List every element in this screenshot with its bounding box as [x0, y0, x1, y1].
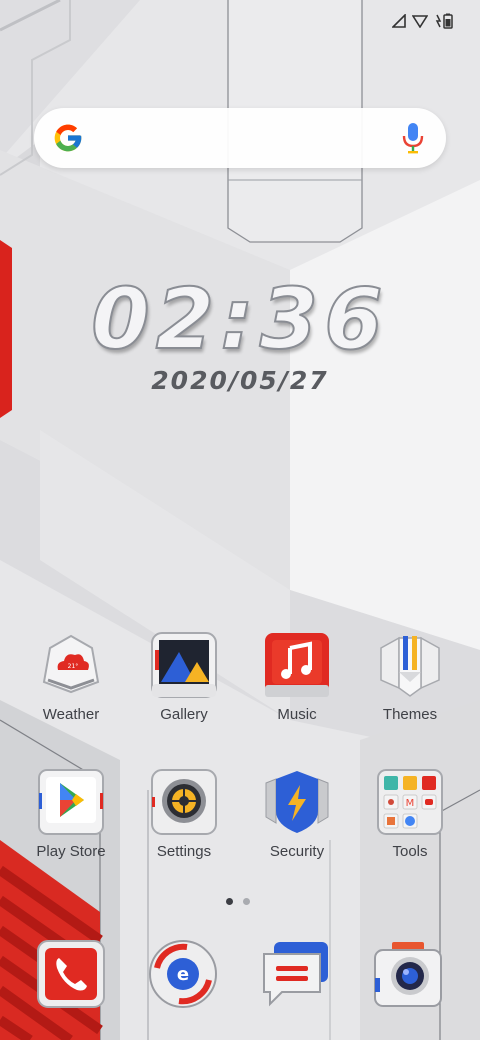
tools-folder-icon: M [377, 769, 443, 835]
microphone-icon[interactable] [402, 122, 424, 154]
dock-camera[interactable] [372, 938, 444, 1010]
svg-text:e: e [177, 964, 189, 985]
page-dot [243, 898, 250, 905]
app-label: Play Store [36, 843, 106, 860]
messages-icon [263, 942, 328, 1007]
security-icon [265, 771, 329, 833]
app-security[interactable]: Security [242, 767, 352, 860]
svg-text:M: M [406, 798, 415, 809]
google-search-bar[interactable] [34, 108, 446, 168]
app-gallery[interactable]: Gallery [129, 630, 239, 723]
page-dot-active [226, 898, 233, 905]
app-label: Music [277, 706, 317, 723]
themes-icon [380, 636, 440, 697]
gallery-icon [151, 632, 217, 698]
app-music[interactable]: Music [242, 630, 352, 723]
signal-icon [392, 14, 406, 28]
dock-phone[interactable] [35, 938, 107, 1010]
app-label: Weather [42, 706, 100, 723]
play-store-icon [38, 769, 104, 835]
google-g-icon [54, 124, 82, 152]
app-label: Themes [382, 706, 438, 723]
app-themes[interactable]: Themes [355, 630, 465, 723]
battery-charging-icon [435, 13, 453, 29]
app-label: Security [269, 843, 325, 860]
music-icon [265, 633, 329, 697]
app-weather[interactable]: 21° Weather [16, 630, 126, 723]
status-bar [392, 10, 454, 32]
phone-icon [37, 940, 105, 1008]
app-label: Settings [156, 843, 212, 860]
browser-icon: e [149, 940, 217, 1008]
clock-date: 2020/05/27 [151, 366, 329, 395]
dock-messages[interactable] [260, 938, 332, 1010]
wifi-icon [412, 15, 428, 28]
clock-time[interactable]: 02:36 [0, 269, 480, 369]
weather-icon: 21° [42, 634, 100, 694]
app-label: Gallery [160, 706, 208, 723]
app-play-store[interactable]: Play Store [16, 767, 126, 860]
settings-icon [151, 769, 217, 835]
weather-temp: 21° [68, 663, 79, 670]
app-settings[interactable]: Settings [129, 767, 239, 860]
app-label: Tools [392, 843, 428, 860]
camera-icon [374, 942, 442, 1007]
dock-browser[interactable]: e [147, 938, 219, 1010]
page-indicator [226, 898, 250, 905]
app-tools-folder[interactable]: M Tools [355, 767, 465, 860]
